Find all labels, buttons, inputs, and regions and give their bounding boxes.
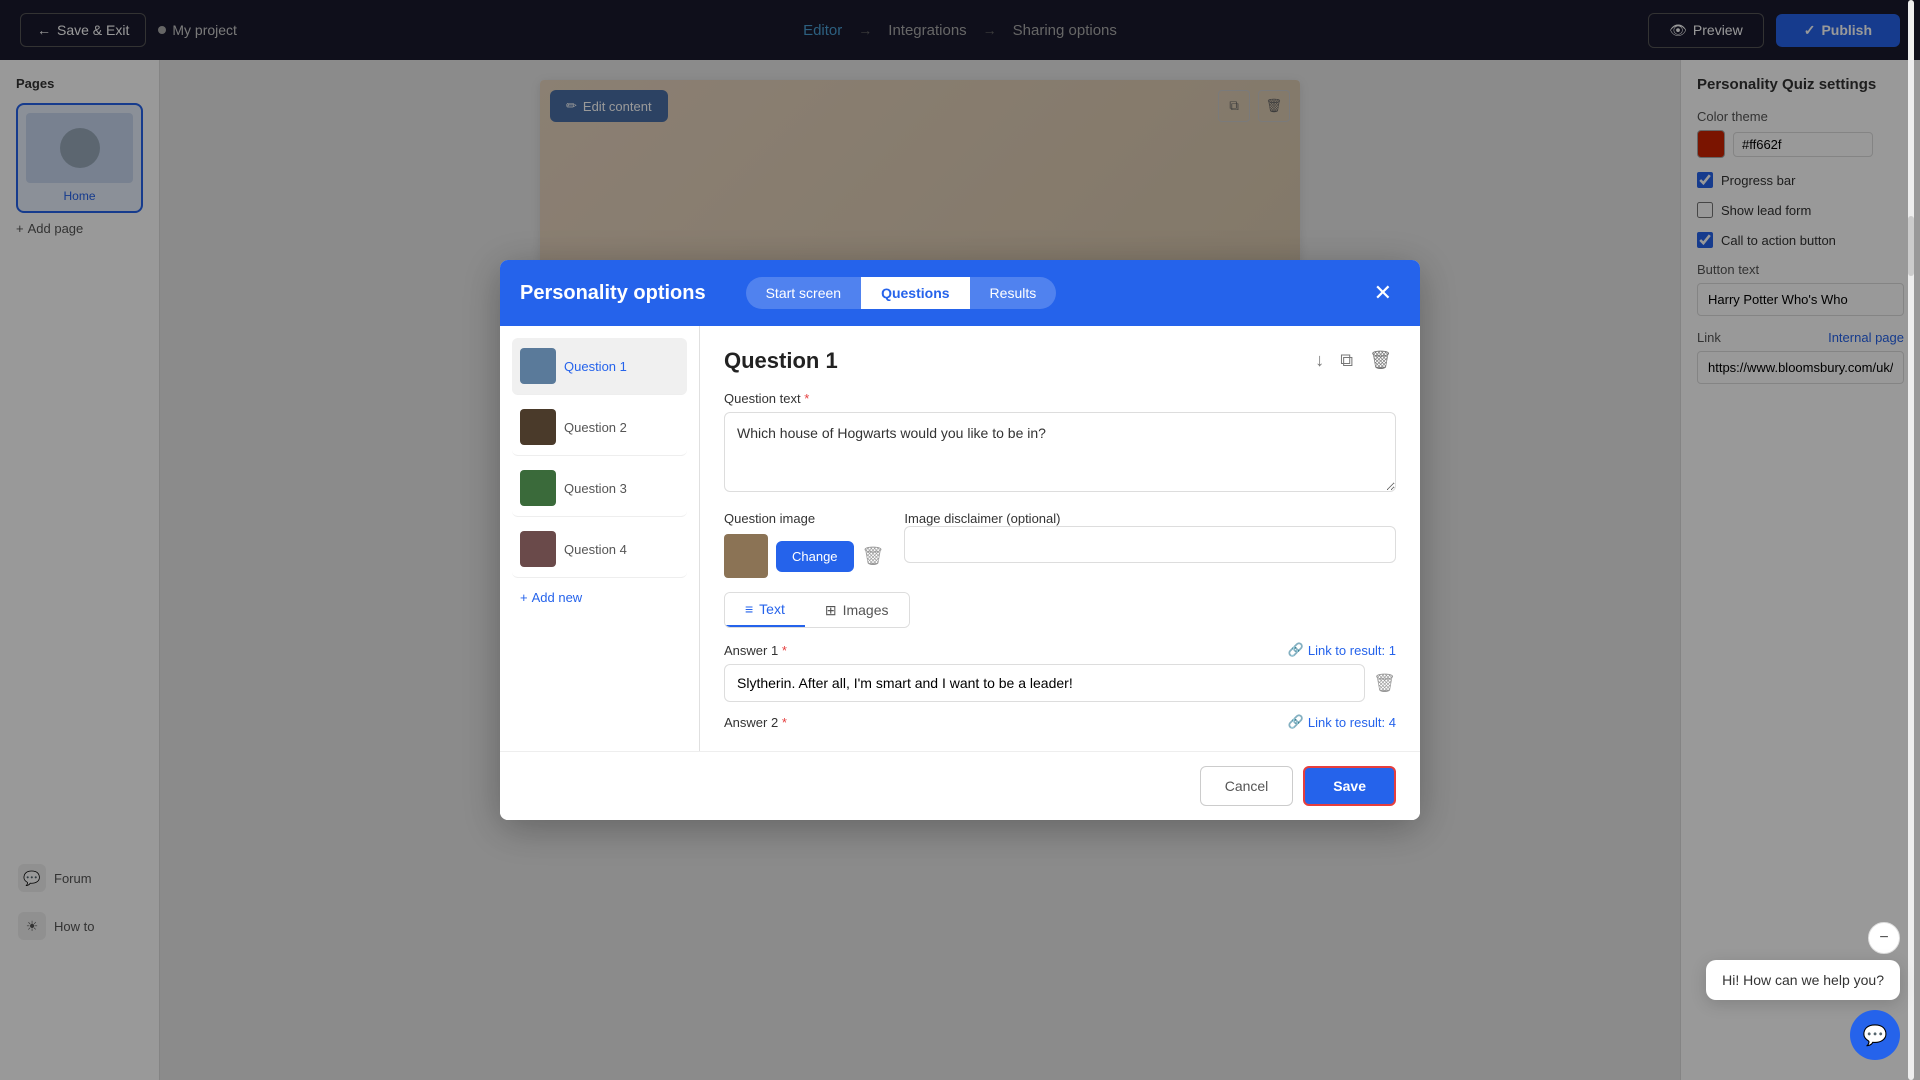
questions-list: Question 1 Question 2 Question 3 Questio…: [500, 326, 700, 751]
copy-question-button[interactable]: ⧉: [1336, 346, 1357, 375]
question-image-section: Question image Change 🗑: [724, 511, 884, 578]
images-type-label: Images: [843, 602, 889, 618]
link-to-result-1[interactable]: 🔗 Link to result: 1: [1288, 642, 1396, 658]
answer-1-required: *: [782, 643, 787, 658]
question-form-title: Question 1: [724, 348, 838, 374]
modal-steps-nav: Start screen Questions Results: [746, 277, 1057, 309]
step-start-screen[interactable]: Start screen: [746, 277, 861, 309]
question-3-label: Question 3: [564, 481, 627, 496]
cancel-button[interactable]: Cancel: [1200, 766, 1294, 806]
text-type-label: Text: [759, 601, 785, 617]
chat-open-button[interactable]: 💬: [1850, 1010, 1900, 1060]
grid-icon: ⊞: [825, 602, 837, 619]
answer-1-input-row: 🗑: [724, 664, 1396, 702]
link-icon-2: 🔗: [1288, 714, 1304, 730]
chat-widget: − Hi! How can we help you? 💬: [1706, 922, 1900, 1060]
question-image-label: Question image: [724, 511, 884, 526]
link-to-result-2[interactable]: 🔗 Link to result: 4: [1288, 714, 1396, 730]
link-to-result-2-label: Link to result: 4: [1308, 715, 1396, 730]
personality-options-modal: Personality options Start screen Questio…: [500, 260, 1420, 820]
modal-body: Question 1 Question 2 Question 3 Questio…: [500, 326, 1420, 751]
modal-title: Personality options: [520, 282, 706, 305]
question-item-1[interactable]: Question 1: [512, 338, 687, 395]
image-disclaimer-label: Image disclaimer (optional): [904, 511, 1396, 526]
answer-type-row: ≡ Text ⊞ Images: [724, 592, 910, 628]
modal-overlay: Personality options Start screen Questio…: [0, 0, 1920, 1080]
answer-1-header: Answer 1 * 🔗 Link to result: 1: [724, 642, 1396, 658]
question-form: Question 1 ↓ ⧉ 🗑 Question text * Which h…: [700, 326, 1420, 751]
question-4-label: Question 4: [564, 542, 627, 557]
answer-1-label: Answer 1 *: [724, 643, 787, 658]
question-2-label: Question 2: [564, 420, 627, 435]
link-to-result-1-label: Link to result: 1: [1308, 643, 1396, 658]
add-new-question-button[interactable]: + Add new: [512, 582, 687, 613]
question-item-2[interactable]: Question 2: [512, 399, 687, 456]
required-marker: *: [804, 391, 809, 406]
save-button[interactable]: Save: [1303, 766, 1396, 806]
step-questions[interactable]: Questions: [861, 277, 969, 309]
question-text-label: Question text *: [724, 391, 1396, 406]
modal-close-button[interactable]: ✕: [1366, 276, 1400, 310]
answer-2-section: Answer 2 * 🔗 Link to result: 4: [724, 714, 1396, 730]
answer-type-images[interactable]: ⊞ Images: [805, 593, 909, 627]
change-image-button[interactable]: Change: [776, 541, 854, 572]
answer-2-header: Answer 2 * 🔗 Link to result: 4: [724, 714, 1396, 730]
answer-2-label: Answer 2 *: [724, 715, 787, 730]
answer-1-input[interactable]: [724, 664, 1365, 702]
modal-footer: Cancel Save: [500, 751, 1420, 820]
step-results[interactable]: Results: [970, 277, 1057, 309]
question-1-thumb: [520, 348, 556, 384]
question-1-label: Question 1: [564, 359, 627, 374]
image-thumbnail: [724, 534, 768, 578]
link-icon-1: 🔗: [1288, 642, 1304, 658]
modal-header: Personality options Start screen Questio…: [500, 260, 1420, 326]
answer-type-text[interactable]: ≡ Text: [725, 593, 805, 627]
chat-message: Hi! How can we help you?: [1722, 972, 1884, 988]
question-4-thumb: [520, 531, 556, 567]
chat-minimize-button[interactable]: −: [1868, 922, 1900, 954]
question-actions: ↓ ⧉ 🗑: [1311, 346, 1396, 375]
question-form-header: Question 1 ↓ ⧉ 🗑: [724, 346, 1396, 375]
image-row: Question image Change 🗑 Image disclaimer…: [724, 511, 1396, 578]
image-controls: Change 🗑: [724, 534, 884, 578]
question-3-thumb: [520, 470, 556, 506]
question-2-thumb: [520, 409, 556, 445]
question-item-3[interactable]: Question 3: [512, 460, 687, 517]
question-item-4[interactable]: Question 4: [512, 521, 687, 578]
add-new-label: Add new: [532, 590, 583, 605]
list-icon: ≡: [745, 601, 753, 617]
answer-1-section: Answer 1 * 🔗 Link to result: 1 🗑: [724, 642, 1396, 702]
delete-answer-1-button[interactable]: 🗑: [1373, 673, 1396, 694]
messenger-icon: 💬: [1863, 1023, 1888, 1048]
move-down-button[interactable]: ↓: [1311, 346, 1328, 375]
question-text-input[interactable]: Which house of Hogwarts would you like t…: [724, 412, 1396, 492]
plus-icon-modal: +: [520, 590, 528, 605]
image-disclaimer-input[interactable]: [904, 526, 1396, 563]
chat-bubble: Hi! How can we help you?: [1706, 960, 1900, 1000]
delete-question-button[interactable]: 🗑: [1365, 346, 1396, 375]
image-disclaimer-section: Image disclaimer (optional): [904, 511, 1396, 563]
delete-image-button[interactable]: 🗑: [862, 546, 885, 567]
answer-2-required: *: [782, 715, 787, 730]
